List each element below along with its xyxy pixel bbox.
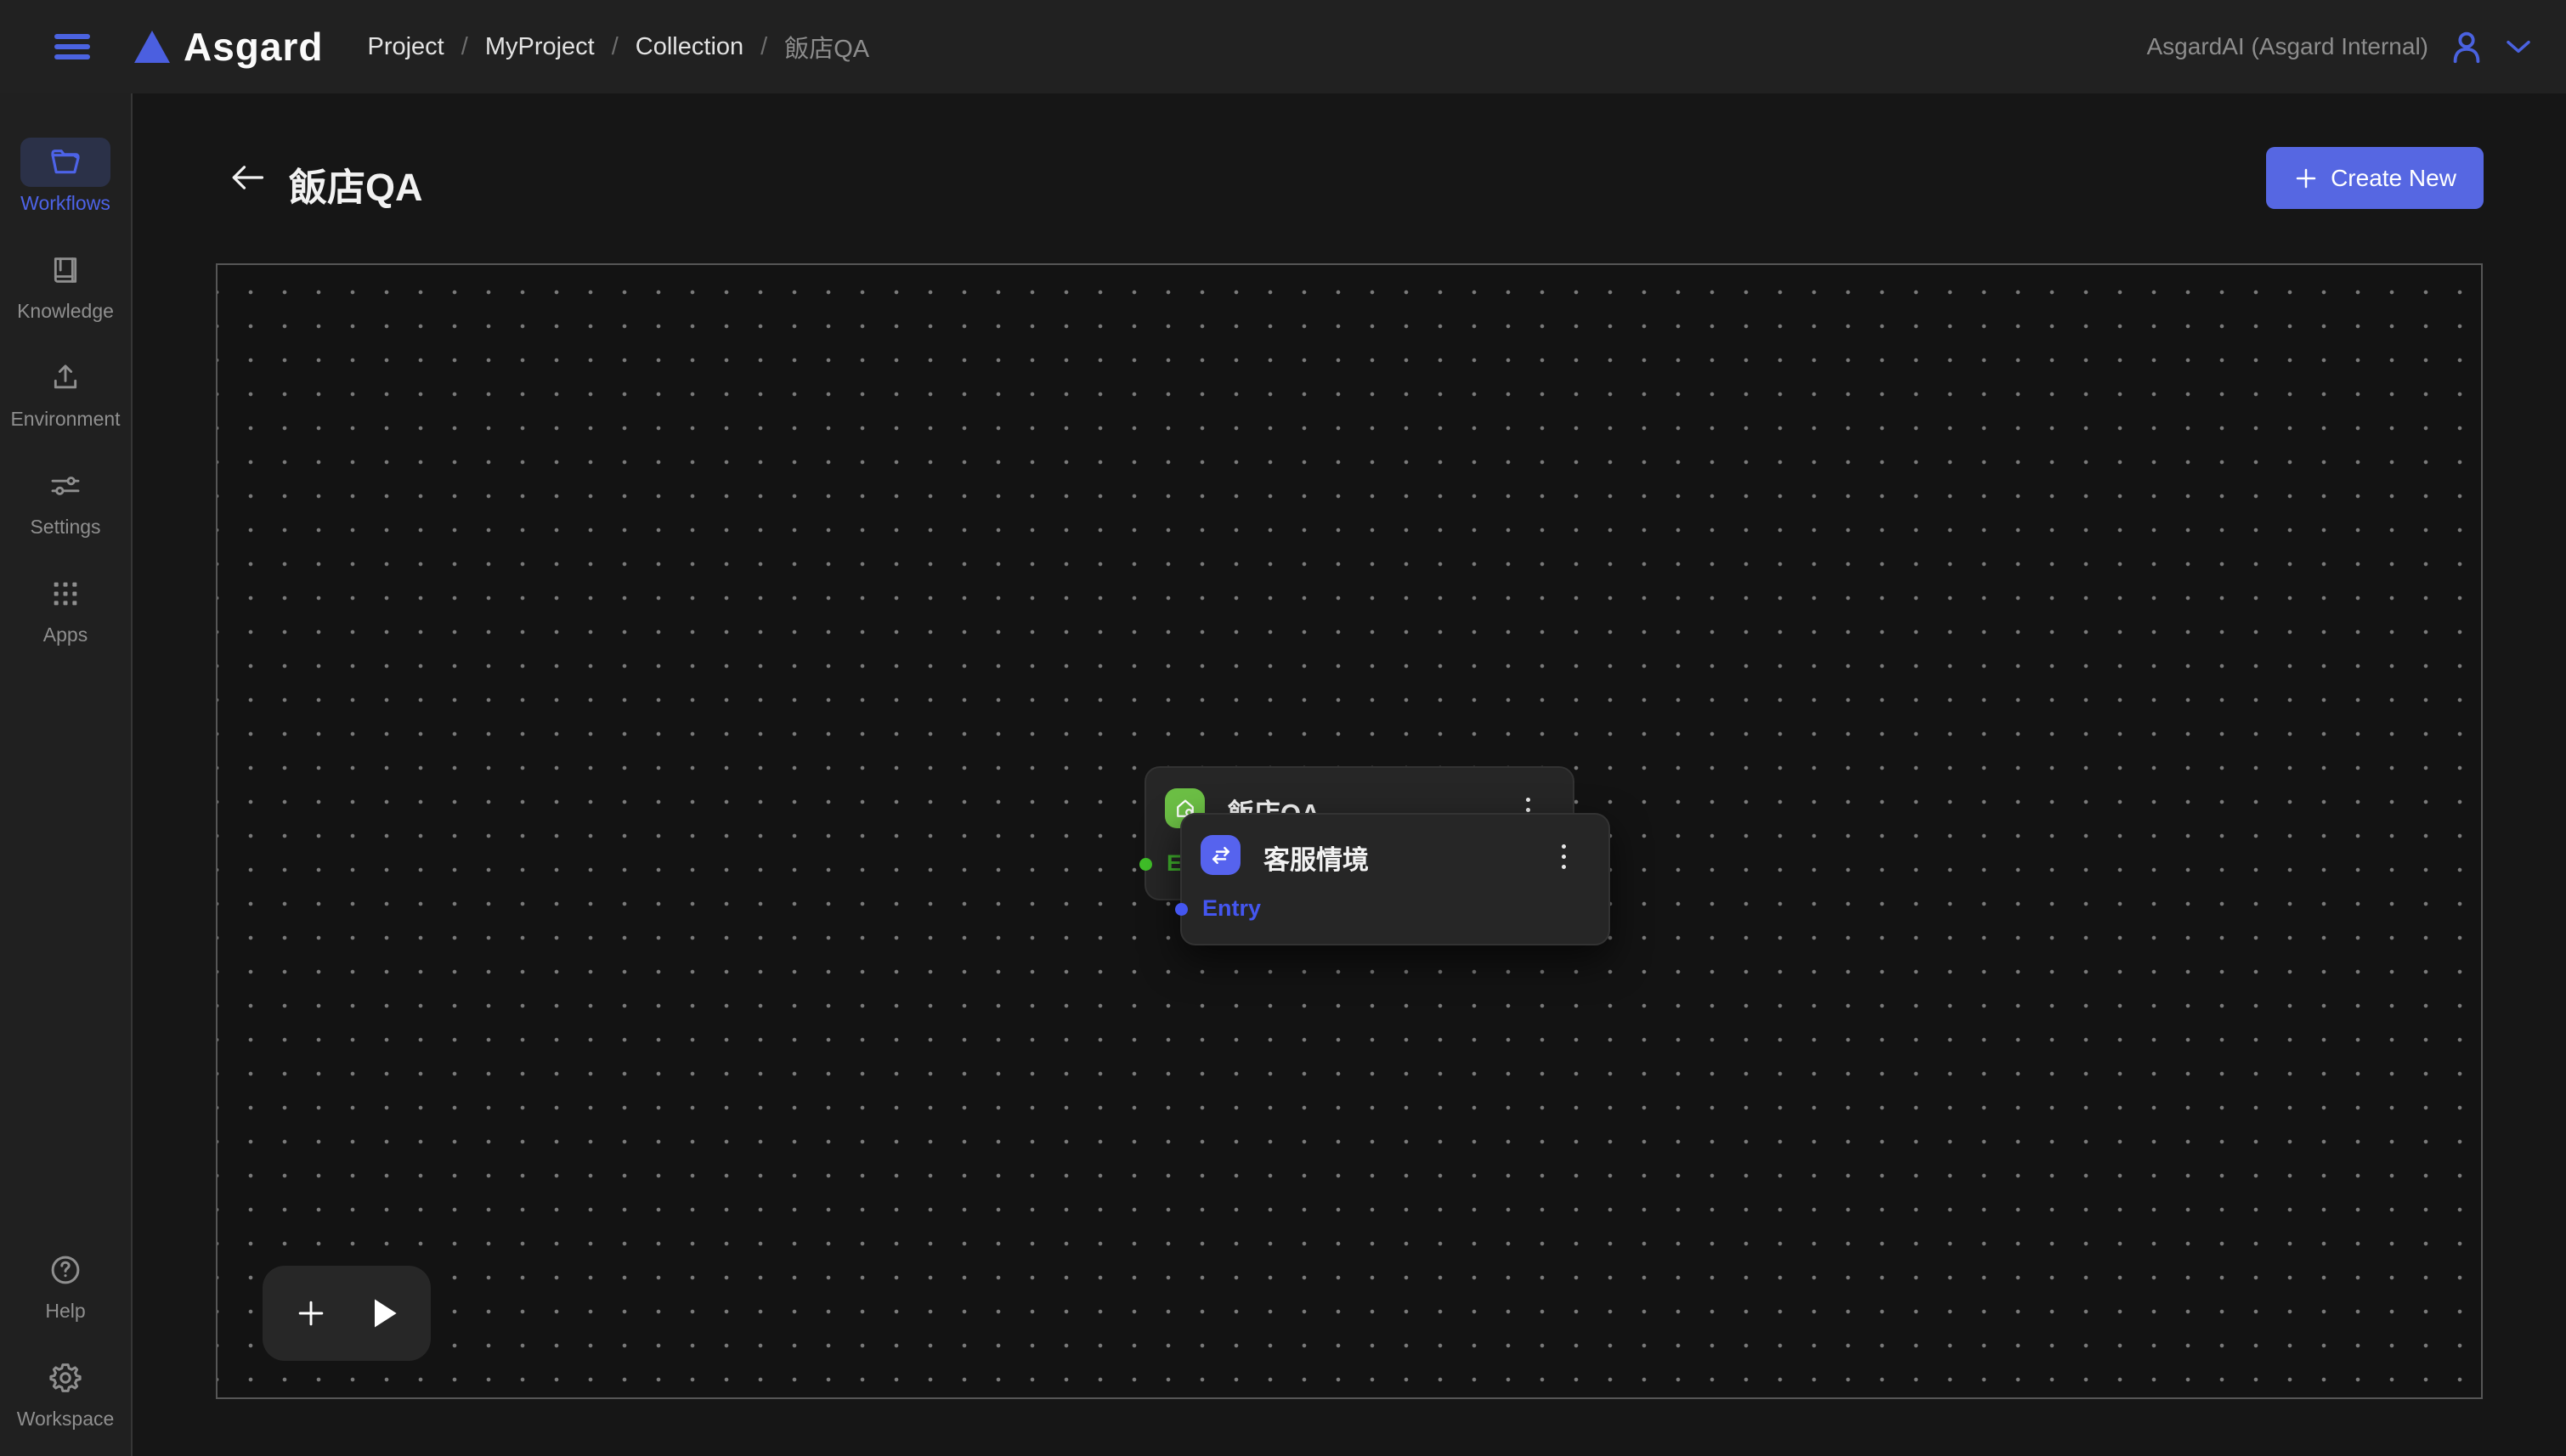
run-workflow-button[interactable]	[367, 1295, 401, 1332]
hamburger-menu-icon[interactable]	[54, 34, 90, 59]
create-new-button[interactable]: Create New	[2266, 147, 2484, 209]
plus-icon	[2293, 166, 2319, 191]
breadcrumb-separator: /	[760, 33, 767, 61]
sidebar-item-label: Environment	[10, 408, 120, 431]
help-circle-icon	[20, 1245, 110, 1295]
account-label: AsgardAI (Asgard Internal)	[2147, 33, 2429, 60]
book-icon	[20, 245, 110, 295]
sidebar-item-workspace[interactable]: Workspace	[0, 1353, 131, 1431]
add-node-button[interactable]	[292, 1295, 330, 1332]
sidebar-item-label: Help	[45, 1300, 85, 1323]
port-dot[interactable]	[1175, 903, 1188, 916]
breadcrumb-current: 飯店QA	[784, 29, 869, 65]
sidebar-item-label: Workspace	[17, 1408, 115, 1431]
canvas-toolbar	[263, 1266, 431, 1361]
create-new-label: Create New	[2331, 165, 2456, 192]
breadcrumb-project[interactable]: Project	[367, 33, 444, 61]
port-dot[interactable]	[1139, 858, 1152, 871]
arrow-left-icon	[229, 163, 265, 192]
sidebar-item-apps[interactable]: Apps	[0, 569, 131, 646]
breadcrumb-separator: /	[612, 33, 619, 61]
plus-icon	[292, 1295, 330, 1332]
workflow-canvas[interactable]: 飯店QA Entry 客服情境 Entry	[216, 263, 2483, 1399]
back-button[interactable]	[226, 156, 268, 199]
topbar-account-area: AsgardAI (Asgard Internal)	[2147, 26, 2533, 67]
app-root: { "topbar": { "brand": "Asgard", "breadc…	[0, 0, 2566, 1456]
folder-open-icon	[20, 138, 110, 187]
gear-icon	[20, 1353, 110, 1402]
sidebar-item-environment[interactable]: Environment	[0, 353, 131, 431]
brand-title: Asgard	[184, 24, 323, 70]
breadcrumb-collection[interactable]: Collection	[636, 33, 743, 61]
sidebar-bottom: Help Workspace	[0, 1245, 131, 1456]
sidebar-item-label: Knowledge	[17, 300, 114, 323]
sidebar-item-label: Workflows	[20, 192, 110, 215]
sidebar-item-workflows[interactable]: Workflows	[0, 138, 131, 215]
chevron-down-icon[interactable]	[2505, 38, 2532, 55]
sidebar-item-help[interactable]: Help	[0, 1245, 131, 1323]
node-menu-kebab-icon[interactable]	[1551, 837, 1576, 876]
sidebar-item-knowledge[interactable]: Knowledge	[0, 245, 131, 323]
node-title: 客服情境	[1263, 838, 1369, 877]
sidebar: Workflows Knowledge Environment	[0, 93, 133, 1456]
topbar: Asgard Project / MyProject / Collection …	[0, 0, 2566, 93]
user-icon[interactable]	[2447, 26, 2486, 67]
breadcrumb-separator: /	[461, 33, 468, 61]
port-label: Entry	[1202, 895, 1261, 922]
sidebar-item-label: Settings	[30, 516, 100, 539]
asgard-logo-icon	[134, 31, 170, 63]
sidebar-item-label: Apps	[43, 624, 88, 646]
breadcrumb-myproject[interactable]: MyProject	[485, 33, 595, 61]
apps-grid-icon	[20, 569, 110, 618]
page-title: 飯店QA	[289, 156, 423, 212]
upload-icon	[20, 353, 110, 403]
swap-arrows-icon	[1201, 835, 1241, 875]
workflow-node-customer-service[interactable]: 客服情境 Entry	[1180, 813, 1610, 945]
sliders-icon	[20, 461, 110, 511]
play-icon	[367, 1295, 401, 1332]
breadcrumb: Project / MyProject / Collection / 飯店QA	[367, 29, 869, 65]
sidebar-item-settings[interactable]: Settings	[0, 461, 131, 539]
